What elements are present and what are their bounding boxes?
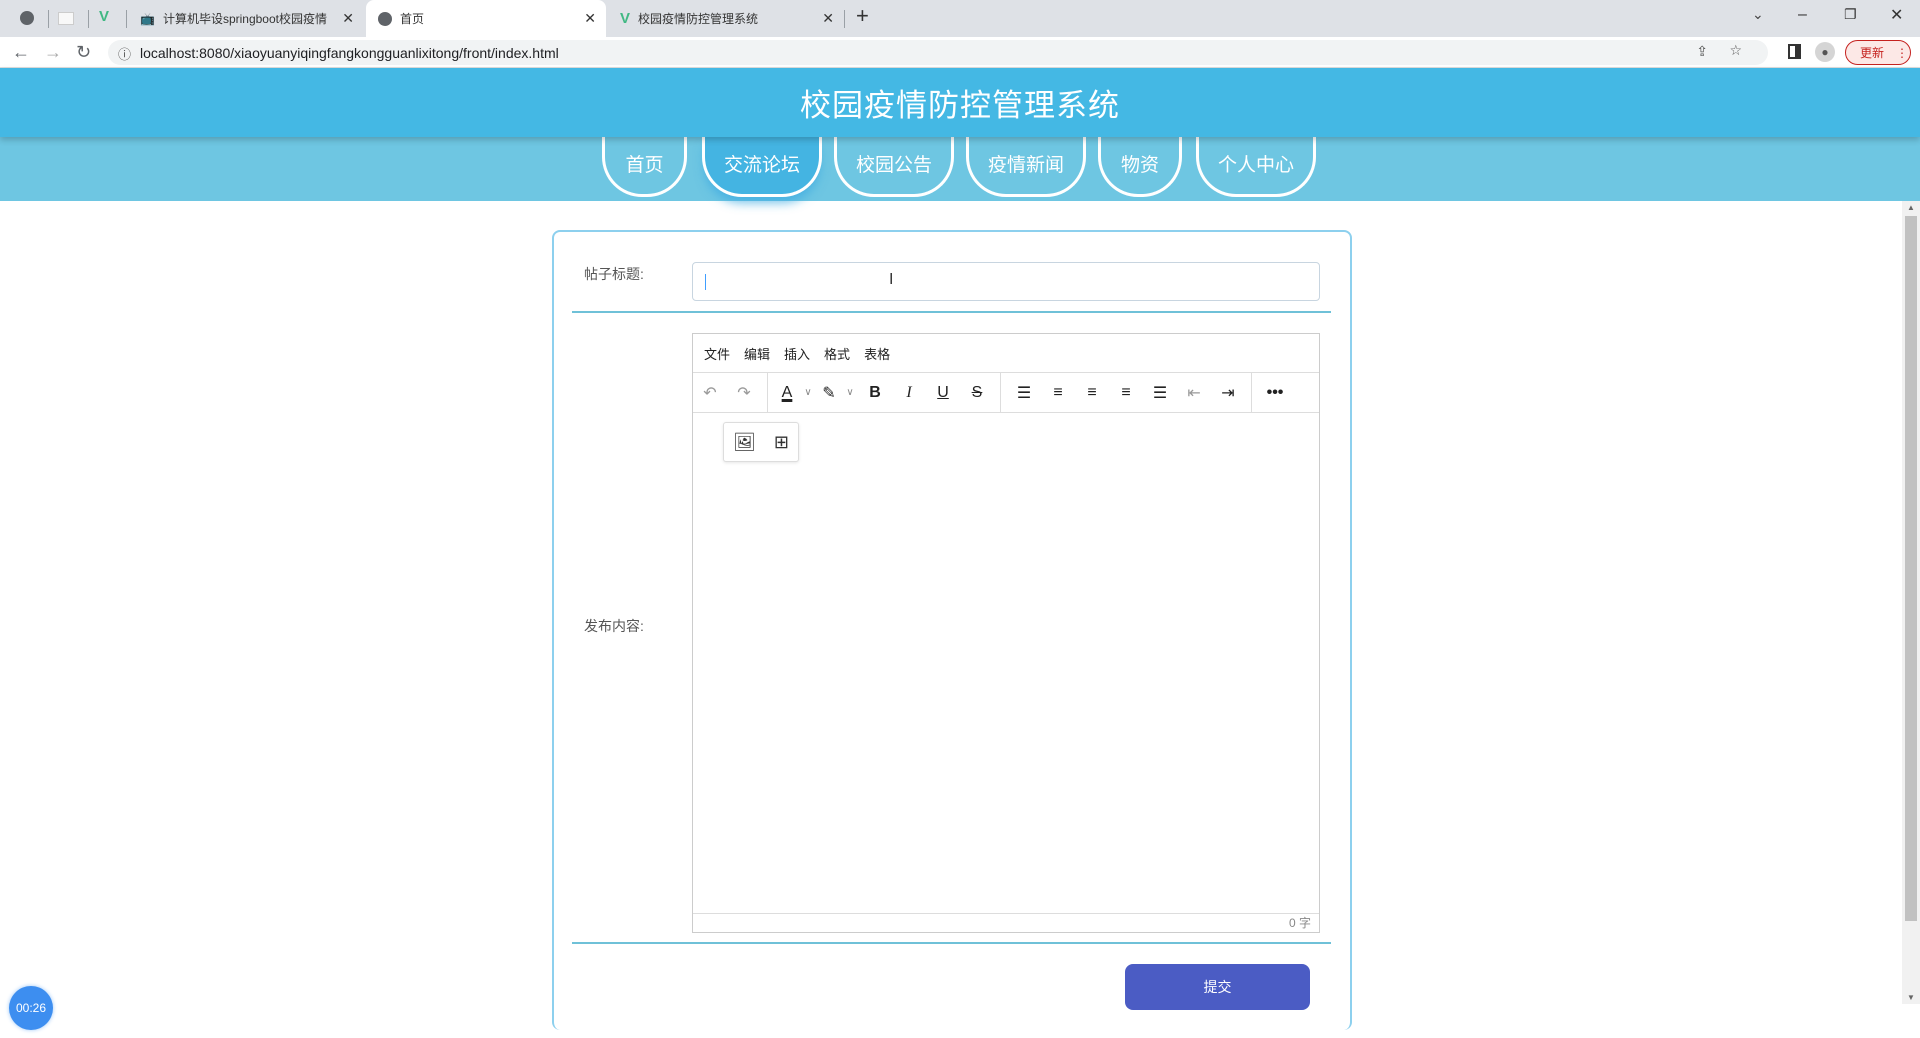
highlight-icon[interactable]: ✎ (816, 383, 842, 403)
tab-home[interactable]: 首页 ✕ (366, 0, 606, 37)
redo-icon[interactable]: ↷ (727, 383, 761, 403)
outdent-icon[interactable]: ⇤ (1177, 383, 1211, 403)
tab-system[interactable]: V 校园疫情防控管理系统 ✕ (608, 0, 844, 37)
nav-epidemic-news[interactable]: 疫情新闻 (966, 137, 1086, 197)
browser-tab-bar: V 📺 计算机毕设springboot校园疫情 ✕ 首页 ✕ V 校园疫情防控管… (0, 0, 1920, 37)
text-color-icon[interactable]: A (774, 384, 800, 402)
info-icon: ⓘ (118, 47, 132, 62)
restore-button[interactable]: ❐ (1844, 6, 1857, 23)
more-icon[interactable]: ••• (1258, 384, 1292, 402)
quick-insert-popup: 🖼 ⊞ (723, 422, 799, 462)
scrollbar-thumb[interactable] (1905, 216, 1917, 921)
image-icon[interactable]: 🖼 (733, 432, 756, 453)
share-icon[interactable]: ⇪ (1696, 43, 1708, 60)
chevron-down-icon[interactable]: ∨ (842, 387, 858, 398)
recording-timer: 00:26 (9, 986, 53, 1030)
nav-announcements[interactable]: 校园公告 (834, 137, 954, 197)
nav-forum[interactable]: 交流论坛 (702, 137, 822, 197)
update-label: 更新 (1860, 46, 1885, 60)
tab-bilibili[interactable]: 📺 计算机毕设springboot校园疫情 ✕ (128, 0, 364, 37)
underline-icon[interactable]: U (926, 384, 960, 402)
submit-button[interactable]: 提交 (1125, 964, 1310, 1010)
scroll-up-icon[interactable]: ▲ (1907, 203, 1915, 212)
close-icon[interactable]: ✕ (584, 10, 596, 27)
update-button[interactable]: 更新 ⋮ (1845, 40, 1911, 65)
text-cursor-icon: I (889, 271, 894, 288)
nav-band (0, 137, 1920, 201)
align-right-icon[interactable]: ≡ (1109, 384, 1143, 402)
tab-label: 校园疫情防控管理系统 (638, 12, 759, 26)
url-input[interactable]: ⓘ localhost:8080/xiaoyuanyiqingfangkongg… (108, 40, 1768, 65)
vue-icon: V (620, 10, 631, 27)
undo-icon[interactable]: ↶ (693, 383, 727, 403)
new-tab-button[interactable]: + (856, 3, 869, 29)
profile-icon[interactable]: ● (1815, 42, 1835, 62)
back-icon[interactable]: ← (12, 42, 30, 63)
site-title: 校园疫情防控管理系统 (800, 88, 1120, 123)
menu-format[interactable]: 格式 (824, 344, 850, 363)
chevron-down-icon[interactable]: ∨ (800, 387, 816, 398)
title-label: 帖子标题: (584, 266, 644, 282)
text-caret (705, 274, 706, 290)
menu-edit[interactable]: 编辑 (744, 344, 770, 363)
align-center-icon[interactable]: ≡ (1075, 384, 1109, 402)
editor-menubar: 文件 编辑 插入 格式 表格 (693, 334, 1319, 373)
editor-statusbar: 0 字 (693, 913, 1319, 932)
tab-label: 计算机毕设springboot校园疫情 (162, 12, 327, 26)
minimize-button[interactable]: – (1798, 6, 1807, 24)
close-window-button[interactable]: ✕ (1890, 5, 1903, 25)
align-left-icon[interactable]: ≡ (1041, 384, 1075, 402)
table-icon[interactable]: ⊞ (774, 432, 789, 453)
tv-icon: 📺 (140, 11, 155, 26)
menu-insert[interactable]: 插入 (784, 344, 810, 363)
globe-icon[interactable] (20, 11, 34, 25)
line-height-icon[interactable]: ☰ (1007, 383, 1041, 403)
close-icon[interactable]: ✕ (342, 10, 354, 27)
rich-text-editor[interactable]: 文件 编辑 插入 格式 表格 ↶ ↷ A ∨ ✎ ∨ B I U S ☰ ≡ ≡… (692, 333, 1320, 933)
bold-icon[interactable]: B (858, 384, 892, 402)
strikethrough-icon[interactable]: S (960, 384, 994, 402)
scroll-down-icon[interactable]: ▼ (1907, 993, 1915, 1002)
address-bar-row: ← → ↻ ⓘ localhost:8080/xiaoyuanyiqingfan… (0, 37, 1920, 68)
site-header: 校园疫情防控管理系统 (0, 68, 1920, 137)
tab-search-icon[interactable]: ⌄ (1752, 6, 1764, 23)
vue-icon[interactable]: V (99, 8, 109, 25)
word-count: 0 字 (1288, 916, 1311, 930)
indent-icon[interactable]: ⇥ (1211, 383, 1245, 403)
justify-icon[interactable]: ☰ (1143, 383, 1177, 403)
menu-file[interactable]: 文件 (704, 344, 730, 363)
divider (572, 311, 1331, 313)
divider (572, 942, 1331, 944)
italic-icon[interactable]: I (892, 384, 926, 402)
close-icon[interactable]: ✕ (822, 10, 834, 27)
editor-toolbar: ↶ ↷ A ∨ ✎ ∨ B I U S ☰ ≡ ≡ ≡ ☰ ⇤ ⇥ ••• (693, 372, 1319, 413)
nav-personal-center[interactable]: 个人中心 (1196, 137, 1316, 197)
menu-dots-icon: ⋮ (1896, 45, 1909, 60)
reload-icon[interactable]: ↻ (76, 42, 91, 63)
page-icon[interactable] (58, 12, 74, 25)
post-title-input[interactable]: I (692, 262, 1320, 301)
url-text: localhost:8080/xiaoyuanyiqingfangkonggua… (140, 44, 559, 61)
globe-icon (378, 11, 392, 26)
content-label: 发布内容: (584, 618, 644, 634)
side-panel-icon[interactable] (1788, 44, 1801, 59)
tab-label: 首页 (400, 12, 425, 26)
menu-table[interactable]: 表格 (864, 344, 890, 363)
star-icon[interactable]: ☆ (1729, 42, 1742, 59)
forward-icon[interactable]: → (44, 42, 62, 63)
